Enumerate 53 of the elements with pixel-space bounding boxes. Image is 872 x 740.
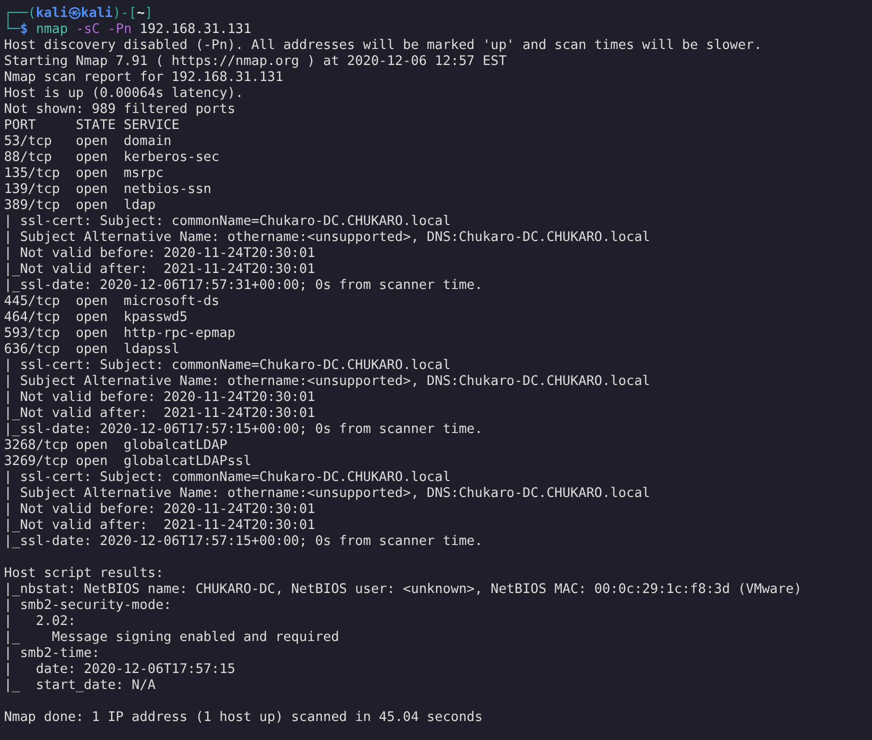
output-line: |_nbstat: NetBIOS name: CHUKARO-DC, NetBIOS user: <unknown>, NetBIOS MAC: 00:0c:29:1c:f8:3d (VMware) bbox=[4, 582, 802, 597]
output-line: |_ start_date: N/A bbox=[4, 678, 156, 693]
output-line: | Not valid before: 2020-11-24T20:30:01 bbox=[4, 246, 316, 261]
prompt-host: kali bbox=[80, 6, 113, 21]
output-line: | smb2-security-mode: bbox=[4, 598, 173, 613]
output-line: 636/tcp open ldapssl bbox=[4, 342, 180, 357]
output-line: | smb2-time: bbox=[4, 646, 101, 661]
prompt-frame: └─ bbox=[4, 22, 20, 37]
output-line: |_Not valid after: 2021-11-24T20:30:01 bbox=[4, 262, 316, 277]
prompt-directory: ~ bbox=[136, 6, 145, 21]
output-line: 593/tcp open http-rpc-epmap bbox=[4, 326, 236, 341]
prompt-frame: ┌──( bbox=[4, 6, 36, 21]
command-argument: 192.168.31.131 bbox=[140, 22, 252, 37]
output-line: |_Not valid after: 2021-11-24T20:30:01 bbox=[4, 518, 316, 533]
prompt-at-sign: ㉿ bbox=[68, 6, 81, 21]
output-line: Host discovery disabled (-Pn). All addresses will be marked 'up' and scan times will be slower. bbox=[4, 38, 762, 53]
output-line: | ssl-cert: Subject: commonName=Chukaro-DC.CHUKARO.local bbox=[4, 214, 451, 229]
output-line: | date: 2020-12-06T17:57:15 bbox=[4, 662, 236, 677]
prompt-user: kali bbox=[36, 6, 68, 21]
output-line: | Subject Alternative Name: othername:<unsupported>, DNS:Chukaro-DC.CHUKARO.local bbox=[4, 374, 650, 389]
prompt-symbol: $ bbox=[20, 22, 28, 37]
output-line: Nmap scan report for 192.168.31.131 bbox=[4, 70, 284, 85]
command-options: -sC -Pn bbox=[76, 22, 132, 37]
output-line: Starting Nmap 7.91 ( https://nmap.org ) at 2020-12-06 12:57 EST bbox=[4, 54, 507, 69]
prompt-frame: )-[ bbox=[112, 6, 137, 21]
command-name: nmap bbox=[36, 22, 68, 37]
output-line: | Not valid before: 2020-11-24T20:30:01 bbox=[4, 502, 316, 517]
output-line: |_ssl-date: 2020-12-06T17:57:31+00:00; 0s from scanner time. bbox=[4, 278, 483, 293]
prompt-frame: ] bbox=[144, 6, 153, 21]
output-line: | Subject Alternative Name: othername:<unsupported>, DNS:Chukaro-DC.CHUKARO.local bbox=[4, 230, 650, 245]
output-line: 464/tcp open kpasswd5 bbox=[4, 310, 188, 325]
output-line: 88/tcp open kerberos-sec bbox=[4, 150, 220, 165]
output-line: Not shown: 989 filtered ports bbox=[4, 102, 236, 117]
output-line: | Not valid before: 2020-11-24T20:30:01 bbox=[4, 390, 316, 405]
output-line: Host is up (0.00064s latency). bbox=[4, 86, 244, 101]
output-line: Nmap done: 1 IP address (1 host up) scanned in 45.04 seconds bbox=[4, 710, 483, 725]
output-line: 53/tcp open domain bbox=[4, 134, 172, 149]
output-line: | 2.02: bbox=[4, 614, 77, 629]
output-line: 389/tcp open ldap bbox=[4, 198, 156, 213]
output-line: |_ssl-date: 2020-12-06T17:57:15+00:00; 0s from scanner time. bbox=[4, 534, 483, 549]
output-line: |_Not valid after: 2021-11-24T20:30:01 bbox=[4, 406, 316, 421]
output-line: 3268/tcp open globalcatLDAP bbox=[4, 438, 228, 453]
output-line: | ssl-cert: Subject: commonName=Chukaro-DC.CHUKARO.local bbox=[4, 358, 451, 373]
output-line: 445/tcp open microsoft-ds bbox=[4, 294, 220, 309]
output-line: 3269/tcp open globalcatLDAPssl bbox=[4, 454, 252, 469]
output-line: | ssl-cert: Subject: commonName=Chukaro-DC.CHUKARO.local bbox=[4, 470, 451, 485]
output-line: |_ Message signing enabled and required bbox=[4, 630, 340, 645]
output-line: Host script results: bbox=[4, 566, 164, 581]
output-line: PORT STATE SERVICE bbox=[4, 118, 180, 133]
output-line: |_ssl-date: 2020-12-06T17:57:15+00:00; 0s from scanner time. bbox=[4, 422, 483, 437]
output-line: 139/tcp open netbios-ssn bbox=[4, 182, 212, 197]
output-line: 135/tcp open msrpc bbox=[4, 166, 164, 181]
output-line: | Subject Alternative Name: othername:<unsupported>, DNS:Chukaro-DC.CHUKARO.local bbox=[4, 486, 650, 501]
